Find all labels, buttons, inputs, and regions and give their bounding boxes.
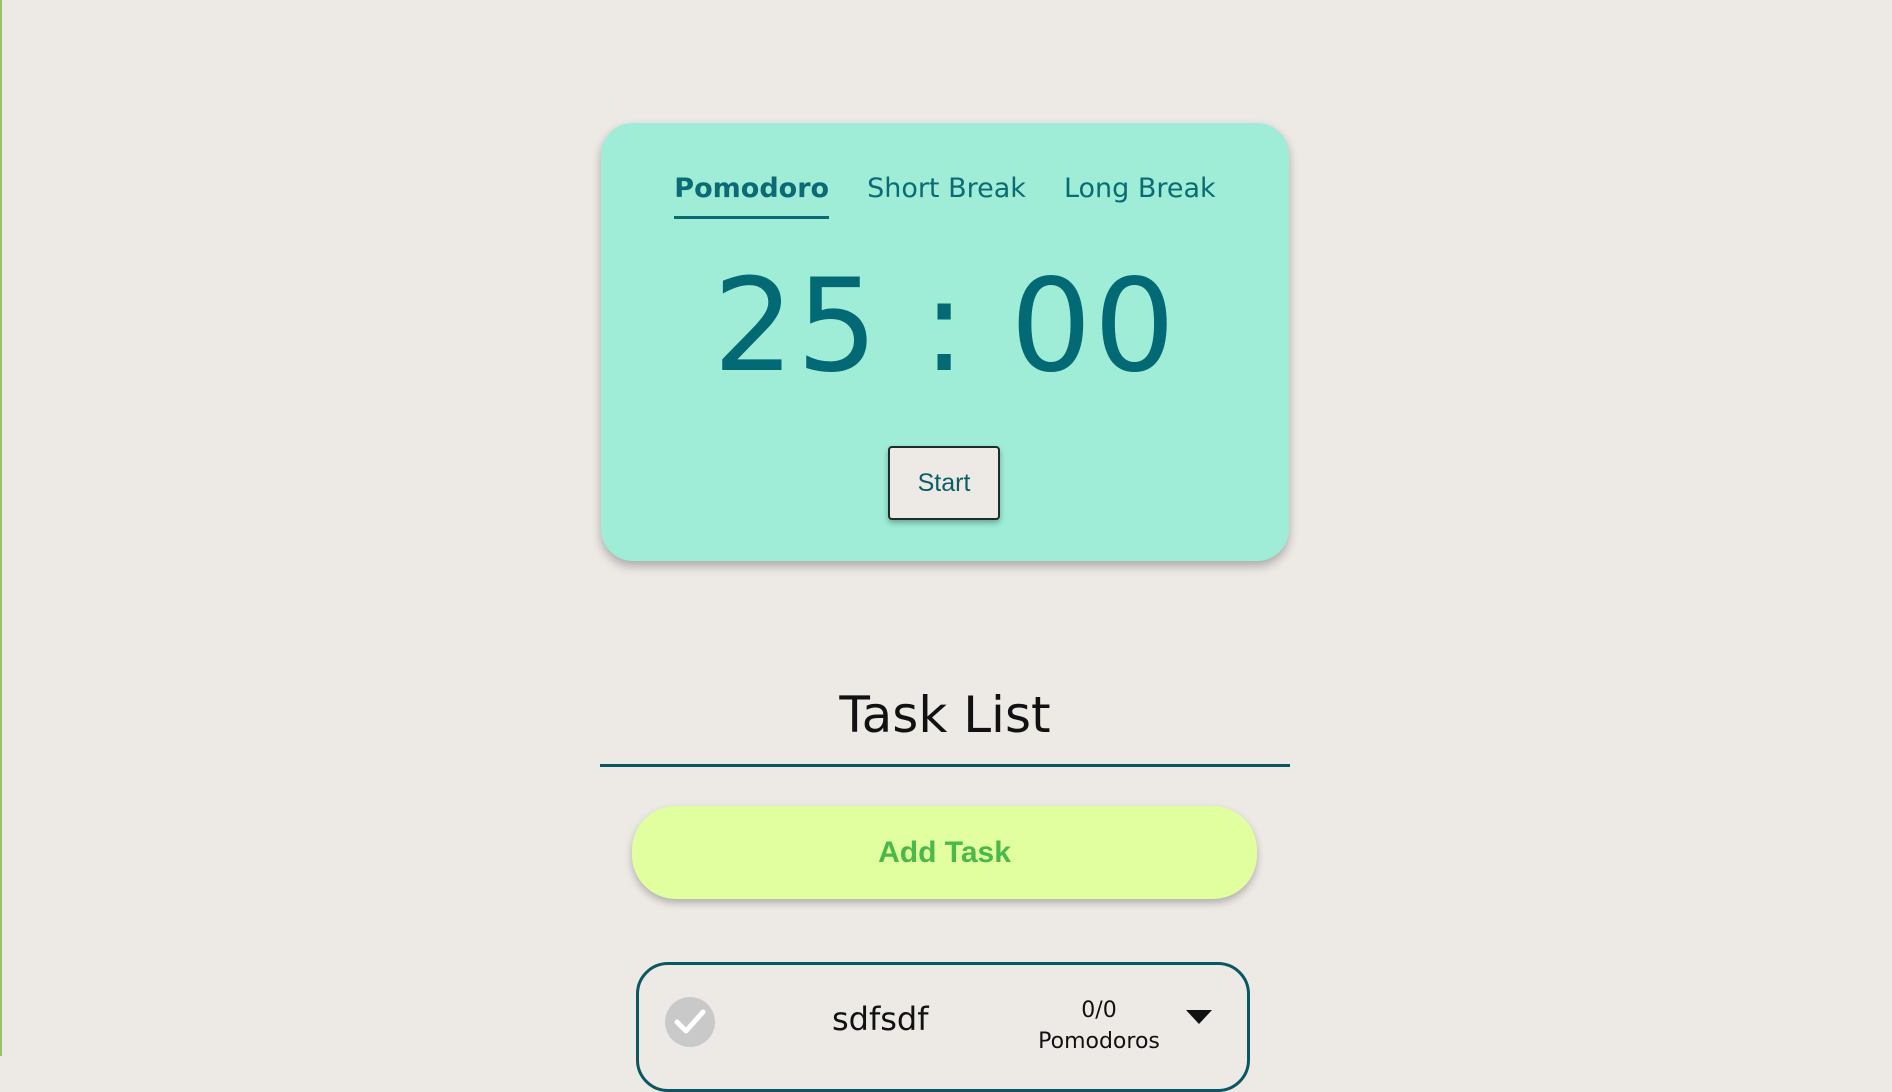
timer-mode-tabs: Pomodoro Short Break Long Break	[601, 173, 1289, 219]
add-task-button[interactable]: Add Task	[632, 806, 1257, 899]
tab-short-break[interactable]: Short Break	[867, 173, 1026, 219]
tab-pomodoro[interactable]: Pomodoro	[674, 173, 830, 219]
timer-card: Pomodoro Short Break Long Break 25 : 00 …	[601, 123, 1289, 561]
caret-down-icon[interactable]	[1185, 1009, 1213, 1025]
task-name: sdfsdf	[832, 1000, 929, 1038]
task-pomodoro-unit: Pomodoros	[1038, 1029, 1160, 1054]
task-pomodoro-count: 0/0 Pomodoros	[1029, 995, 1169, 1057]
task-list-divider	[600, 764, 1290, 767]
task-item[interactable]: sdfsdf 0/0 Pomodoros	[636, 962, 1250, 1092]
timer-display: 25 : 00	[712, 252, 1178, 401]
task-pomodoro-fraction: 0/0	[1081, 998, 1117, 1023]
start-button[interactable]: Start	[888, 446, 1000, 520]
tab-long-break[interactable]: Long Break	[1064, 173, 1216, 219]
task-complete-toggle[interactable]	[665, 997, 715, 1047]
task-list-title: Task List	[839, 686, 1051, 744]
check-icon	[674, 1009, 706, 1034]
page-left-border	[0, 0, 2, 1056]
